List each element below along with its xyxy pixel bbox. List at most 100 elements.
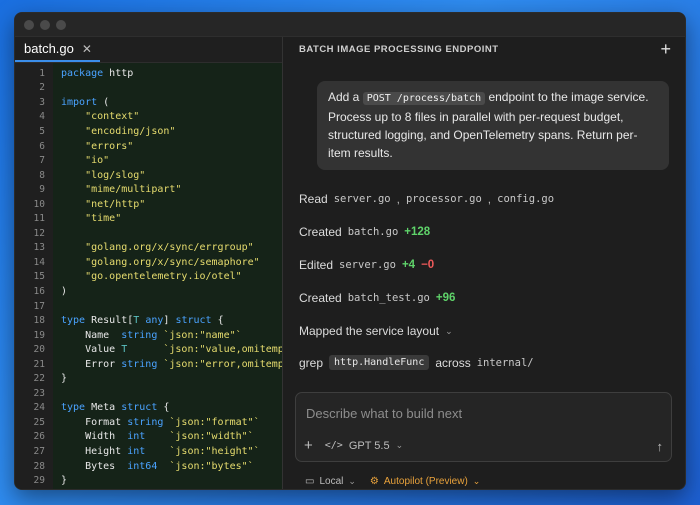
file-link[interactable]: processor.go — [406, 193, 482, 205]
file-link[interactable]: batch.go — [348, 226, 399, 238]
line-source: package http — [45, 68, 133, 79]
line-source: "errors" — [45, 141, 133, 152]
code-editor[interactable]: 1 package http 2 3 import (4 "context" 5 "enc… — [15, 63, 282, 489]
composer-input[interactable] — [306, 403, 656, 423]
grep-path[interactable]: internal/ — [477, 357, 534, 369]
close-icon[interactable]: ✕ — [82, 42, 92, 56]
line-number: 20 — [33, 344, 45, 356]
window-minimize-dot[interactable] — [40, 19, 50, 30]
line-source: Name string `json:"name"` — [45, 330, 242, 341]
autopilot-selector[interactable]: ⚙ Autopilot (Preview) ⌄ — [370, 476, 480, 487]
code-token: "context" — [85, 111, 140, 123]
line-source: "encoding/json" — [45, 126, 175, 137]
code-line: 5 "encoding/json" — [15, 124, 282, 139]
user-prompt-bubble: Add a POST /process/batch endpoint to th… — [317, 81, 669, 170]
line-number: 21 — [33, 358, 45, 370]
line-source: Value T `json:"value,omitempty"` — [45, 344, 282, 355]
lines-added: +4 — [401, 259, 416, 271]
line-number: 23 — [33, 387, 45, 399]
code-token: import — [61, 96, 98, 108]
send-arrow-icon[interactable]: ↑ — [657, 439, 664, 454]
code-line: 21 Error string `json:"error,omitempty"` — [15, 357, 282, 372]
line-number: 4 — [39, 111, 45, 123]
line-source: Width int `json:"width"` — [45, 431, 254, 442]
line-number: 7 — [39, 155, 45, 167]
line-source: Format string `json:"format"` — [45, 417, 260, 428]
line-source: Error string `json:"error,omitempty"` — [45, 359, 282, 370]
code-token: } — [61, 475, 68, 487]
code-line: 11 "time" — [15, 211, 282, 226]
line-number: 24 — [33, 402, 45, 414]
line-number: 6 — [39, 140, 45, 152]
code-line: 18 type Result[T any] struct { — [15, 313, 282, 328]
code-token: "errors" — [85, 140, 134, 152]
line-number: 13 — [33, 242, 45, 254]
line-source: "context" — [45, 111, 139, 122]
chat-header: BATCH IMAGE PROCESSING ENDPOINT + — [283, 37, 685, 61]
code-line: 22} — [15, 371, 282, 386]
line-number: 27 — [33, 445, 45, 457]
tab-batch-go[interactable]: batch.go ✕ — [15, 37, 100, 62]
window-close-dot[interactable] — [24, 19, 34, 30]
code-token: string — [121, 329, 158, 341]
laptop-icon: ▭ — [305, 476, 315, 487]
line-number: 22 — [33, 373, 45, 385]
model-label: GPT 5.5 — [348, 439, 390, 452]
line-number: 11 — [33, 213, 45, 225]
code-token: Format — [61, 416, 128, 428]
title-bar — [15, 13, 685, 37]
prompt-text-pre: Add a — [328, 90, 360, 104]
activity-label: grep — [299, 355, 324, 370]
code-token: Bytes — [61, 460, 128, 472]
line-source: "go.opentelemetry.io/otel" — [45, 271, 242, 282]
code-token: type — [61, 402, 86, 414]
file-link[interactable]: batch_test.go — [348, 292, 430, 304]
line-source: import ( — [45, 97, 109, 108]
code-token: "time" — [85, 213, 122, 225]
location-selector[interactable]: ▭ Local ⌄ — [305, 476, 356, 487]
chevron-down-icon[interactable]: ⌄ — [445, 326, 453, 337]
code-line: 29} — [15, 473, 282, 488]
code-token: ] — [163, 315, 176, 327]
file-link[interactable]: server.go — [334, 193, 391, 205]
activity-grep: grep http.HandleFunc across internal/ — [299, 355, 534, 370]
code-token: Result[ — [85, 315, 134, 327]
model-picker[interactable]: </> GPT 5.5 ⌄ — [325, 440, 403, 452]
activity-created-test: Created batch_test.go +96 — [299, 291, 455, 305]
line-number: 16 — [33, 285, 45, 297]
code-line: 2 — [15, 81, 282, 96]
chat-pane: BATCH IMAGE PROCESSING ENDPOINT + Add a … — [283, 37, 685, 489]
line-source: "io" — [45, 155, 109, 166]
window-maximize-dot[interactable] — [56, 19, 66, 30]
code-token: ) — [61, 285, 68, 297]
code-line: 6 "errors" — [15, 139, 282, 154]
code-line: 25 Format string `json:"format"` — [15, 415, 282, 430]
code-line: 13 "golang.org/x/sync/errgroup" — [15, 241, 282, 256]
code-line: 7 "io" — [15, 153, 282, 168]
code-line: 19 Name string `json:"name"` — [15, 328, 282, 343]
code-token: "net/http" — [85, 198, 146, 210]
file-link[interactable]: server.go — [339, 259, 396, 271]
code-token: int — [127, 431, 146, 443]
file-link[interactable]: config.go — [497, 193, 554, 205]
code-token: Value — [61, 344, 122, 356]
editor-tab-bar: batch.go ✕ — [15, 37, 282, 63]
grep-pattern: http.HandleFunc — [329, 355, 430, 370]
code-line: 17 — [15, 299, 282, 314]
activity-mapped[interactable]: Mapped the service layout ⌄ — [299, 324, 453, 338]
new-chat-plus-icon[interactable]: + — [660, 40, 671, 58]
line-source: "net/http" — [45, 199, 145, 210]
add-attachment-icon[interactable]: + — [304, 437, 313, 454]
code-token: `json:"bytes"` — [169, 460, 254, 472]
lines-added: +96 — [435, 292, 456, 304]
code-token: http — [103, 67, 134, 79]
line-number: 9 — [39, 184, 45, 196]
code-token: `json:"name"` — [163, 329, 242, 341]
tab-label: batch.go — [24, 41, 74, 56]
